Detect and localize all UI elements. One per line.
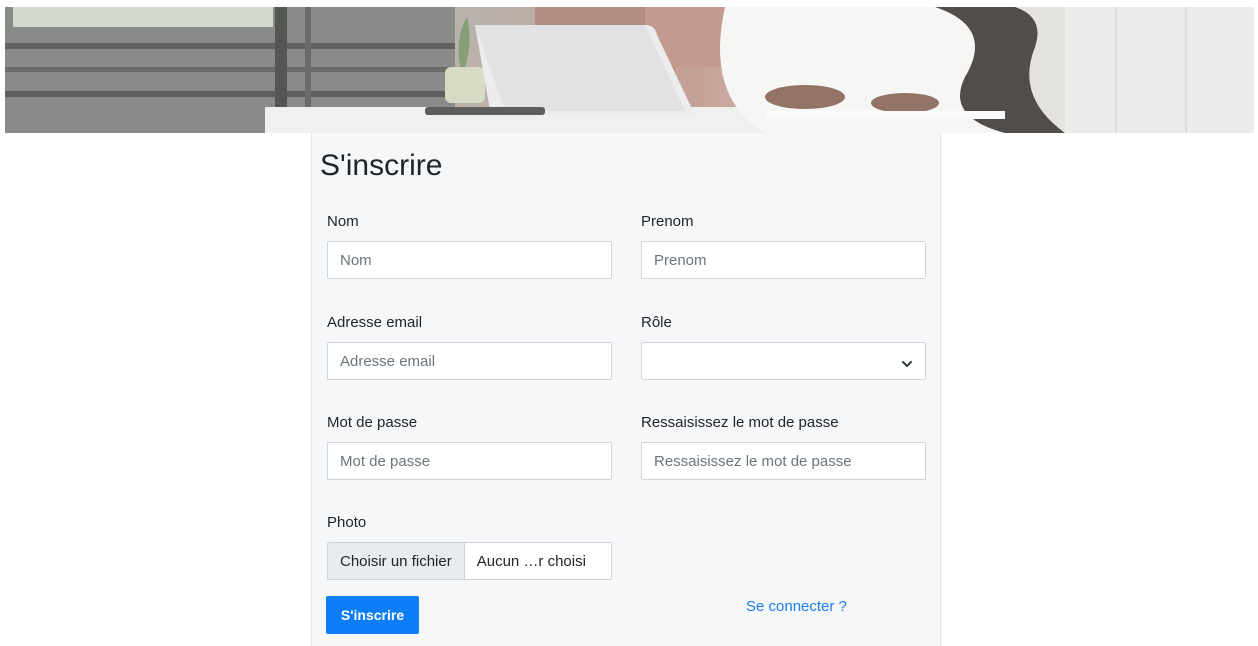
password-input[interactable]: [327, 442, 612, 480]
role-label: Rôle: [641, 314, 672, 331]
prenom-input[interactable]: [641, 241, 926, 279]
login-link[interactable]: Se connecter ?: [746, 598, 847, 615]
role-select[interactable]: [641, 342, 926, 380]
confirm-password-input[interactable]: [641, 442, 926, 480]
photo-label: Photo: [327, 514, 367, 531]
nom-label: Nom: [327, 213, 359, 230]
header-banner-image: [5, 7, 1254, 133]
signup-button[interactable]: S'inscrire: [326, 596, 419, 634]
page-title: S'inscrire: [320, 149, 443, 182]
choose-file-button[interactable]: Choisir un fichier: [328, 543, 465, 579]
confirm-password-label: Ressaisissez le mot de passe: [641, 414, 839, 431]
password-label: Mot de passe: [327, 414, 418, 431]
nom-input[interactable]: [327, 241, 612, 279]
photo-file-input[interactable]: Choisir un fichier Aucun …r choisi: [327, 542, 612, 580]
office-desk-photo: [5, 7, 1254, 133]
email-input[interactable]: [327, 342, 612, 380]
email-label: Adresse email: [327, 314, 423, 331]
chevron-down-icon: [901, 356, 913, 374]
signup-card: S'inscrire Nom Prenom Adresse email Rôle…: [311, 133, 941, 646]
file-status-text: Aucun …r choisi: [476, 552, 586, 570]
prenom-label: Prenom: [641, 213, 694, 230]
